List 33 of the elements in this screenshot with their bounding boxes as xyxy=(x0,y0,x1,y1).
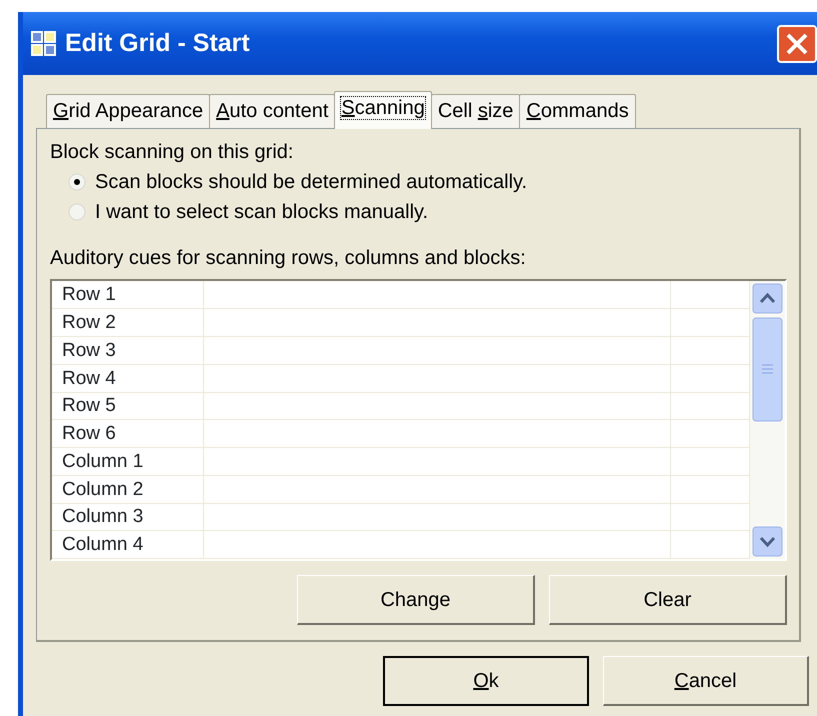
scroll-down-button[interactable] xyxy=(752,526,783,557)
scroll-thumb[interactable] xyxy=(752,317,783,422)
close-icon xyxy=(785,32,809,56)
radio-label: Scan blocks should be determined automatically. xyxy=(95,170,528,195)
tab[interactable]: Auto content xyxy=(209,94,336,128)
tab[interactable]: Grid Appearance xyxy=(46,94,210,128)
action-button[interactable]: Change xyxy=(297,575,535,625)
table-cell: Row 6 xyxy=(52,420,203,448)
table-cell: Column 3 xyxy=(52,503,203,531)
table-cell: Column 4 xyxy=(52,530,203,558)
dialog-button[interactable]: Ok xyxy=(383,656,589,706)
dialog-button[interactable]: Cancel xyxy=(603,656,809,706)
section-label: Auditory cues for scanning rows, columns and blocks: xyxy=(50,246,527,271)
scroll-up-button[interactable] xyxy=(752,283,783,314)
table-cell: Row 4 xyxy=(52,364,203,392)
radio-label: I want to select scan blocks manually. xyxy=(95,200,428,225)
radio-button[interactable] xyxy=(68,203,86,221)
action-button[interactable]: Clear xyxy=(549,575,787,625)
close-button[interactable] xyxy=(777,24,817,62)
grid-icon xyxy=(31,30,57,56)
scrollbar[interactable] xyxy=(750,281,785,559)
tab[interactable]: Commands xyxy=(519,94,636,128)
radio-button[interactable] xyxy=(68,173,86,191)
tab[interactable]: Scanning xyxy=(334,91,432,129)
window-title: Edit Grid - Start xyxy=(65,28,250,59)
table-cell: Row 2 xyxy=(52,308,203,336)
section-label: Block scanning on this grid: xyxy=(50,140,294,165)
table-cell: Column 1 xyxy=(52,448,203,476)
table-cell: Row 1 xyxy=(52,281,203,309)
table-cell: Row 5 xyxy=(52,392,203,420)
table-cell: Row 3 xyxy=(52,336,203,364)
table-cell: Column 2 xyxy=(52,475,203,503)
tab[interactable]: Cell size xyxy=(430,94,520,128)
